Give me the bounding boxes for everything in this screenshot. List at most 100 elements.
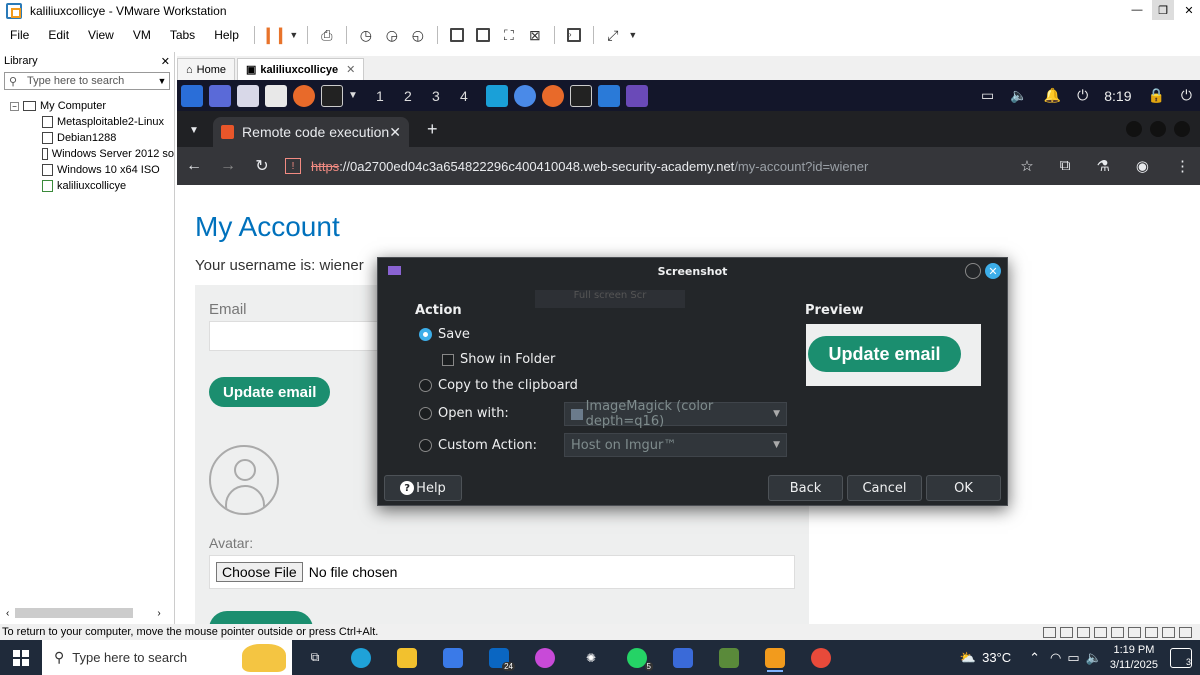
back-button[interactable]: Back: [768, 475, 843, 501]
display-icon[interactable]: ▭: [981, 87, 994, 104]
tab-search-icon[interactable]: ▼: [189, 125, 199, 136]
new-tab-icon[interactable]: +: [427, 119, 438, 140]
workspace-1[interactable]: 1: [366, 88, 394, 104]
reload-icon[interactable]: ↻: [245, 156, 279, 176]
chromium-icon[interactable]: [513, 84, 536, 107]
taskbar-search[interactable]: ⚲ Type here to search: [42, 640, 292, 675]
console-view-icon[interactable]: ›: [561, 24, 587, 46]
app-icon[interactable]: [667, 643, 699, 673]
scroll-left-icon[interactable]: ‹: [6, 608, 9, 619]
start-button[interactable]: [0, 649, 42, 666]
temperature[interactable]: 33°C: [982, 650, 1011, 665]
extensions-icon[interactable]: ⧉: [1060, 157, 1071, 175]
home-folder-icon[interactable]: [597, 84, 620, 107]
close-icon[interactable]: ✕: [389, 124, 401, 141]
chevron-down-icon[interactable]: ▼: [348, 90, 358, 101]
file-explorer-icon[interactable]: [391, 643, 423, 673]
help-button[interactable]: ? Help: [384, 475, 462, 501]
custom-action-radio[interactable]: Custom Action:: [419, 438, 537, 453]
file-manager-icon[interactable]: [237, 84, 259, 107]
library-horizontal-scrollbar[interactable]: ‹ ›: [0, 606, 174, 620]
lock-icon[interactable]: 🔒: [1147, 87, 1164, 104]
cancel-button[interactable]: Cancel: [847, 475, 922, 501]
panel-clock[interactable]: 8:19: [1104, 88, 1131, 104]
network-icon[interactable]: [1094, 626, 1107, 638]
cd-icon[interactable]: [1060, 626, 1073, 638]
tree-item-my-computer[interactable]: − My Computer: [0, 98, 174, 114]
snapshot-manager-icon[interactable]: ◵: [405, 24, 431, 46]
hard-disk-icon[interactable]: [1043, 626, 1056, 638]
pause-icon[interactable]: ❙❙: [261, 24, 287, 46]
linkedin-icon[interactable]: 24: [483, 643, 515, 673]
burp-icon[interactable]: [485, 84, 508, 107]
tree-item-vm[interactable]: Windows 10 x64 ISO: [0, 162, 174, 178]
scroll-thumb[interactable]: [15, 608, 134, 618]
close-icon[interactable]: ✕: [985, 263, 1001, 279]
text-editor-icon[interactable]: [265, 84, 287, 107]
copilot-icon[interactable]: [529, 643, 561, 673]
scroll-right-icon[interactable]: ›: [157, 608, 160, 619]
close-icon[interactable]: ✕: [1178, 0, 1200, 20]
display-icon[interactable]: [1162, 626, 1175, 638]
workspace-3[interactable]: 3: [422, 88, 450, 104]
tree-item-vm[interactable]: kaliliuxcollicye: [0, 178, 174, 194]
battery-icon[interactable]: ▭: [1067, 650, 1079, 666]
address-bar[interactable]: ! https ://0a2700ed04c3a654822296c400410…: [285, 158, 868, 174]
library-toggle-icon[interactable]: [444, 24, 470, 46]
menu-file[interactable]: File: [0, 28, 38, 42]
menu-help[interactable]: Help: [204, 28, 248, 42]
chatgpt-icon[interactable]: ✺: [575, 643, 607, 673]
ok-button[interactable]: OK: [926, 475, 1001, 501]
firefox-icon[interactable]: [293, 84, 315, 107]
printer-icon[interactable]: [1145, 626, 1158, 638]
message-icon[interactable]: [1179, 626, 1192, 638]
menu-tabs[interactable]: Tabs: [160, 28, 204, 42]
minimize-icon[interactable]: —: [1126, 0, 1148, 20]
notifications-icon[interactable]: 🔔: [1044, 87, 1061, 104]
unity-icon[interactable]: ⊠: [522, 24, 548, 46]
thumbnail-bar-icon[interactable]: [470, 24, 496, 46]
network-icon[interactable]: ◠: [1050, 650, 1061, 666]
power-icon[interactable]: ⏻: [1077, 87, 1088, 104]
library-search[interactable]: ⚲ Type here to search ▼: [4, 72, 170, 90]
save-radio[interactable]: Save: [419, 327, 470, 342]
upload-button[interactable]: [209, 611, 313, 624]
custom-action-select[interactable]: Host on Imgur™ ▼: [564, 433, 787, 457]
tab-home[interactable]: ⌂ Home: [177, 58, 235, 80]
menu-vm[interactable]: VM: [123, 28, 160, 42]
tree-item-vm[interactable]: Windows Server 2012 so: [0, 146, 174, 162]
back-icon[interactable]: ←: [177, 157, 211, 175]
chevron-down-icon[interactable]: ▼: [287, 24, 301, 46]
minimize-icon[interactable]: [1126, 121, 1142, 137]
minimize-icon[interactable]: [965, 263, 981, 279]
insecure-warning-icon[interactable]: !: [285, 158, 301, 174]
terminal-window-icon[interactable]: [569, 84, 592, 107]
close-icon[interactable]: [1174, 121, 1190, 137]
tab-kali-vm[interactable]: ▣ kaliliuxcollicye ✕: [237, 58, 365, 80]
menu-view[interactable]: View: [78, 28, 123, 42]
volume-icon[interactable]: 🔈: [1086, 650, 1102, 666]
close-icon[interactable]: ✕: [346, 63, 355, 76]
chevron-down-icon[interactable]: ▼: [155, 76, 169, 86]
workspace-2[interactable]: 2: [394, 88, 422, 104]
usb-icon[interactable]: [1111, 626, 1124, 638]
edge-icon[interactable]: [345, 643, 377, 673]
collapse-icon[interactable]: −: [10, 101, 19, 111]
chrome-icon[interactable]: [805, 643, 837, 673]
copy-radio[interactable]: Copy to the clipboard: [419, 378, 578, 393]
screenshot-window-icon[interactable]: [625, 84, 648, 107]
weather-icon[interactable]: ⛅: [960, 650, 976, 666]
chevron-down-icon[interactable]: ▼: [626, 24, 640, 46]
tree-item-vm[interactable]: Metasploitable2-Linux: [0, 114, 174, 130]
sound-icon[interactable]: [1128, 626, 1141, 638]
show-in-folder-checkbox[interactable]: Show in Folder: [442, 352, 555, 367]
send-ctrl-alt-del-icon[interactable]: ⎙: [314, 24, 340, 46]
volume-icon[interactable]: 🔈: [1010, 87, 1027, 104]
revert-snapshot-icon[interactable]: ◶: [379, 24, 405, 46]
maximize-icon[interactable]: [1150, 121, 1166, 137]
task-view-icon[interactable]: ⧉: [299, 643, 331, 673]
forward-icon[interactable]: →: [211, 157, 245, 175]
app-icon[interactable]: [713, 643, 745, 673]
open-with-radio[interactable]: Open with:: [419, 406, 509, 421]
terminal-icon[interactable]: [321, 84, 343, 107]
